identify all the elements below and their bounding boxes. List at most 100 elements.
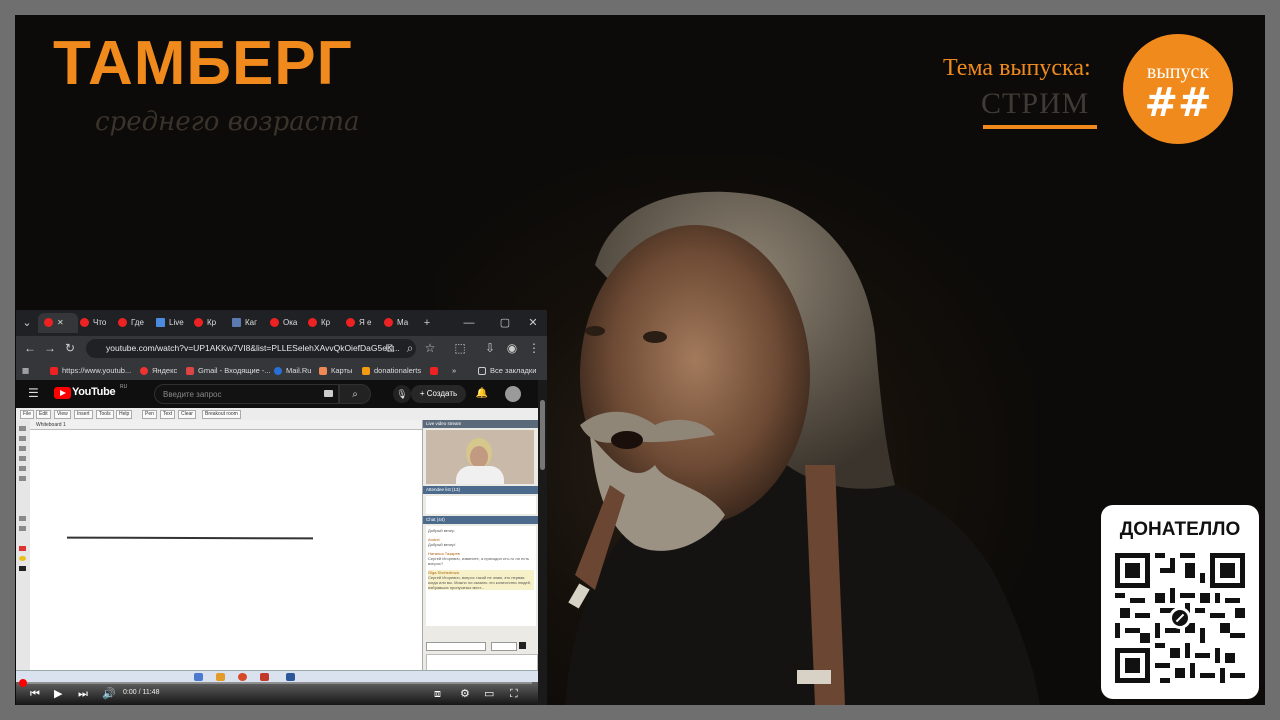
- color-icon: [19, 566, 26, 571]
- tab-3[interactable]: Live: [156, 313, 188, 333]
- downloads-icon[interactable]: ⇩: [480, 338, 500, 358]
- open-in-app-icon[interactable]: ⧉: [380, 338, 400, 358]
- play-icon[interactable]: ▶: [54, 688, 62, 700]
- bookmark-icon: [156, 318, 165, 328]
- tab-0[interactable]: ✕: [38, 313, 78, 333]
- video-player[interactable]: File Edit View Insert Tools Help Pen Tex…: [16, 408, 538, 705]
- camera-panel-title: Live video stream: [423, 420, 538, 428]
- word-icon: [286, 673, 295, 681]
- avatar[interactable]: [505, 386, 521, 402]
- tab-1[interactable]: Что: [80, 313, 112, 333]
- youtube-icon: [44, 318, 53, 328]
- folder-icon: [478, 367, 486, 376]
- youtube-icon: [50, 367, 58, 376]
- progress-scrubber[interactable]: [19, 679, 27, 687]
- bookmark-item-3[interactable]: Mail.Ru: [274, 361, 311, 380]
- tool-view: View: [54, 410, 71, 419]
- youtube-icon: [270, 318, 279, 328]
- all-bookmarks[interactable]: Все закладки: [478, 361, 536, 380]
- close-window-icon[interactable]: ✕: [524, 313, 542, 333]
- qr-code-icon[interactable]: [1115, 553, 1245, 683]
- donate-card[interactable]: ДОНАТЕЛЛО: [1101, 505, 1259, 699]
- youtube-region: RU: [120, 384, 128, 390]
- donate-title: ДОНАТЕЛЛО: [1119, 519, 1241, 540]
- previous-icon[interactable]: ⏮: [30, 688, 40, 700]
- new-tab-icon[interactable]: +: [418, 313, 436, 333]
- camera-feed: [426, 430, 534, 484]
- menu-icon[interactable]: ⋮: [524, 338, 544, 358]
- chat-color-icon: [519, 642, 526, 649]
- apps-icon[interactable]: ▦: [22, 361, 29, 380]
- whiteboard-tab: Whiteboard 1: [30, 420, 422, 430]
- youtube-icon: [80, 318, 89, 328]
- yandex-icon: [140, 367, 148, 376]
- bookmarks-overflow-icon[interactable]: »: [452, 361, 456, 380]
- brand-title: ТАМБЕРГ: [53, 29, 353, 98]
- youtube-icon: [194, 318, 203, 328]
- keyboard-icon[interactable]: [324, 390, 333, 397]
- next-icon[interactable]: ⏭: [78, 688, 88, 700]
- settings-gear-icon[interactable]: ⚙: [460, 688, 470, 700]
- drawn-line: [66, 536, 314, 540]
- fullscreen-icon[interactable]: ⛶: [510, 688, 518, 700]
- search-input[interactable]: Введите запрос: [154, 384, 339, 404]
- tab-label: Ока: [283, 318, 298, 327]
- progress-bar[interactable]: [19, 679, 532, 687]
- hamburger-menu-icon[interactable]: ☰: [28, 386, 39, 400]
- tool-insert: Insert: [74, 410, 93, 419]
- chat-message: Наталья Тазарев Сергей Игоревич, извините…: [428, 551, 530, 566]
- reload-icon[interactable]: ↻: [60, 338, 80, 358]
- browser-window: ⌄ ✕ Что Где Live Кр Каг Ока Кр Я е Ма + …: [16, 310, 547, 705]
- youtube-logo-text[interactable]: YouTube: [72, 386, 116, 398]
- subtitles-icon[interactable]: ⧈: [434, 688, 441, 700]
- tab-5[interactable]: Каг: [232, 313, 264, 333]
- bookmark-item-1[interactable]: Яндекс: [140, 361, 177, 380]
- text-icon: [19, 466, 26, 471]
- miniplayer-icon[interactable]: ▭: [484, 688, 494, 700]
- back-icon[interactable]: ←: [20, 338, 40, 358]
- episode-number: ##: [1144, 80, 1212, 126]
- maximize-icon[interactable]: ▢: [496, 313, 514, 333]
- page-scrollbar[interactable]: [538, 380, 547, 705]
- tab-label: Кр: [321, 318, 331, 327]
- select-icon: [19, 526, 26, 531]
- tab-search-chevron-icon[interactable]: ⌄: [18, 313, 36, 333]
- tab-label: Что: [93, 318, 107, 327]
- scrollbar-thumb[interactable]: [540, 400, 545, 470]
- bookmark-item-5[interactable]: donationalerts: [362, 361, 421, 380]
- tab-6[interactable]: Ока: [270, 313, 302, 333]
- notifications-bell-icon[interactable]: 🔔: [474, 385, 490, 403]
- tool-text: Text: [160, 410, 176, 419]
- bookmark-item-6[interactable]: [430, 361, 442, 380]
- fill-icon: [19, 516, 26, 521]
- create-button[interactable]: + Создать: [411, 385, 466, 403]
- tab-label: Ма: [397, 318, 409, 327]
- bookmark-item-0[interactable]: https://www.youtub...: [50, 361, 131, 380]
- page-icon: [232, 318, 241, 328]
- taskbar-app-icon: [238, 673, 247, 681]
- microphone-icon[interactable]: 🎙: [393, 385, 411, 403]
- tab-9[interactable]: Ма: [384, 313, 416, 333]
- gmail-icon: [186, 367, 194, 376]
- volume-icon[interactable]: 🔊: [102, 688, 116, 700]
- episode-badge: выпуск ##: [1123, 34, 1233, 144]
- zoom-icon[interactable]: ⌕: [400, 338, 420, 358]
- whiteboard-canvas: [30, 430, 422, 682]
- bookmark-star-icon[interactable]: ☆: [420, 338, 440, 358]
- tab-2[interactable]: Где: [118, 313, 150, 333]
- bookmark-item-2[interactable]: Gmail - Входящие -...: [186, 361, 271, 380]
- bookmark-item-4[interactable]: Карты: [319, 361, 352, 380]
- tab-8[interactable]: Я е: [346, 313, 378, 333]
- taskbar-app-icon: [194, 673, 203, 681]
- youtube-icon: [430, 367, 438, 376]
- tab-7[interactable]: Кр: [308, 313, 340, 333]
- youtube-logo-icon[interactable]: [54, 387, 71, 399]
- minimize-icon[interactable]: —: [460, 313, 478, 333]
- tool-tools: Tools: [96, 410, 114, 419]
- extensions-icon[interactable]: ⬚: [450, 338, 470, 358]
- forward-icon[interactable]: →: [40, 338, 60, 358]
- profile-icon[interactable]: ◉: [502, 338, 522, 358]
- tab-4[interactable]: Кр: [194, 313, 226, 333]
- search-icon[interactable]: ⌕: [339, 384, 371, 404]
- address-bar[interactable]: youtube.com/watch?v=UP1AKKw7VI8&list=PLL…: [86, 339, 416, 358]
